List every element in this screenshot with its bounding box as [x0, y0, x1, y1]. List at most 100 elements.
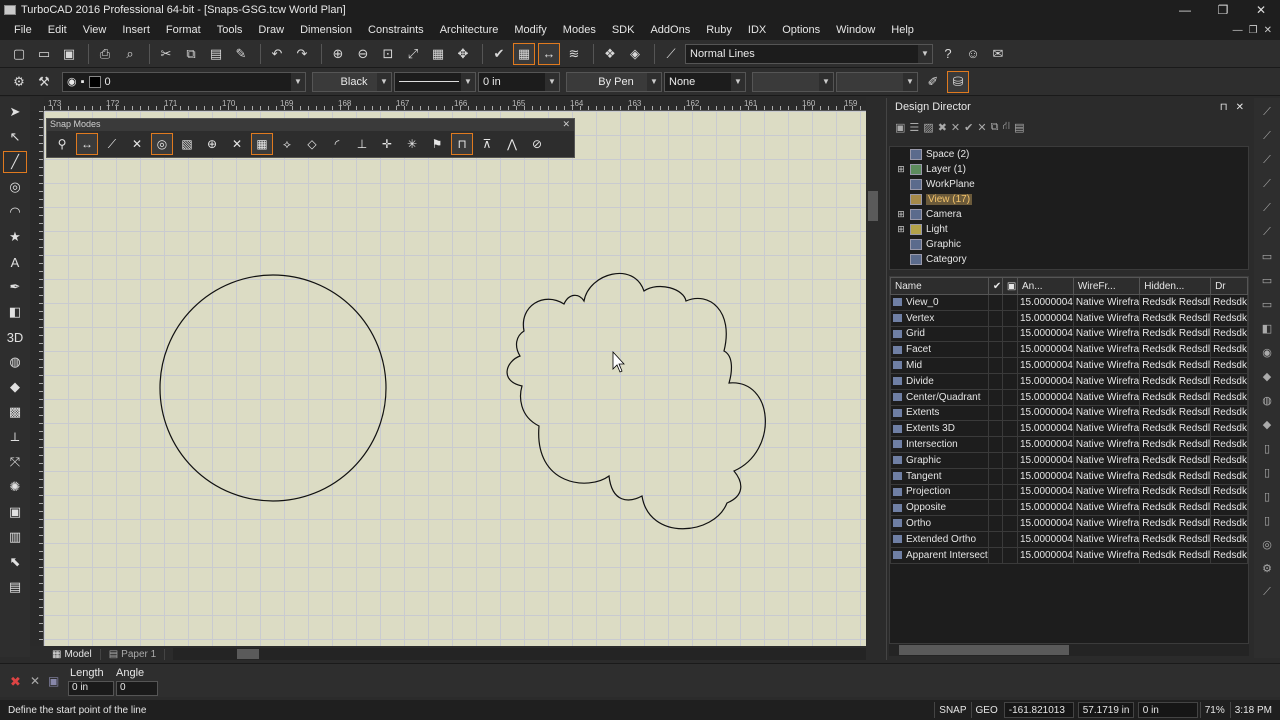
- tool-icon[interactable]: ◉: [1257, 342, 1277, 362]
- cell-visible[interactable]: [987, 420, 1003, 438]
- tool-options-icon[interactable]: ✖: [10, 674, 21, 690]
- cell-lock[interactable]: [1001, 483, 1019, 501]
- table-row[interactable]: Tangent 15.0000004 Native Wirefra Redsdk Re…: [890, 467, 1248, 485]
- table-row[interactable]: Vertex 15.0000004 Native Wirefra Redsdk Red…: [890, 309, 1248, 327]
- zoom-window-icon[interactable]: ⊡: [377, 43, 399, 65]
- cell-name[interactable]: Projection: [890, 483, 989, 501]
- cell-wireframe[interactable]: Native Wirefra: [1072, 451, 1141, 469]
- snap-middle-icon[interactable]: ✕: [126, 133, 148, 155]
- cell-lock[interactable]: [1001, 546, 1019, 564]
- angle-input[interactable]: 0: [116, 681, 158, 696]
- column-header-angle[interactable]: An...: [1017, 277, 1074, 295]
- tool-icon[interactable]: ⟋: [1257, 174, 1277, 194]
- snap-magnet-icon[interactable]: ⊓: [451, 133, 473, 155]
- cell-draft[interactable]: Redsdk: [1210, 451, 1248, 469]
- cell-draft[interactable]: Redsdk: [1210, 483, 1248, 501]
- design-director-icon[interactable]: ❖: [599, 43, 621, 65]
- cut-icon[interactable]: ✂: [155, 43, 177, 65]
- tree-node-view[interactable]: View (17): [890, 192, 1248, 207]
- remove-icon[interactable]: ✕: [951, 121, 960, 134]
- canvas-horizontal-scrollbar[interactable]: [173, 648, 866, 660]
- plus-icon[interactable]: ⊞: [896, 209, 906, 220]
- plus-icon[interactable]: ⊞: [896, 224, 906, 235]
- cell-lock[interactable]: [1001, 372, 1019, 390]
- cell-hidden[interactable]: Redsdk Redsdl: [1139, 451, 1212, 469]
- menu-idx[interactable]: IDX: [740, 24, 774, 36]
- cell-name[interactable]: Extended Ortho: [890, 530, 989, 548]
- message-icon[interactable]: ✉: [987, 43, 1009, 65]
- print-preview-icon[interactable]: ⌕: [119, 43, 141, 65]
- cell-lock[interactable]: [1001, 451, 1019, 469]
- tree-node-category[interactable]: Category: [890, 252, 1248, 267]
- zoom-out-icon[interactable]: ⊖: [352, 43, 374, 65]
- cell-visible[interactable]: [987, 467, 1003, 485]
- cell-visible[interactable]: [987, 499, 1003, 517]
- cell-angle[interactable]: 15.0000004: [1017, 357, 1074, 374]
- cell-hidden[interactable]: Redsdk Redsdl: [1139, 357, 1212, 374]
- cell-draft[interactable]: Redsdk: [1210, 357, 1248, 374]
- edit-tool-icon[interactable]: ↖: [3, 126, 27, 148]
- menu-insert[interactable]: Insert: [114, 24, 158, 36]
- cell-hidden[interactable]: Redsdk Redsdl: [1139, 436, 1212, 453]
- cell-lock[interactable]: [1001, 388, 1019, 406]
- cell-hidden[interactable]: Redsdk Redsdl: [1139, 420, 1212, 438]
- menu-modes[interactable]: Modes: [555, 24, 604, 36]
- table-row[interactable]: Extents 3D 15.0000004 Native Wirefra Redsdk…: [890, 420, 1248, 438]
- pick-style-icon[interactable]: ✐: [922, 71, 944, 93]
- tool-icon[interactable]: ▯: [1257, 438, 1277, 458]
- scrollbar-thumb[interactable]: [868, 191, 878, 221]
- hatch-tool-icon[interactable]: ▩: [3, 401, 27, 423]
- cell-visible[interactable]: [987, 294, 1003, 311]
- cell-draft[interactable]: Redsdk: [1210, 499, 1248, 517]
- cell-angle[interactable]: 15.0000004: [1017, 515, 1074, 532]
- cell-name[interactable]: Mid: [890, 357, 989, 374]
- group-tool-icon[interactable]: ▥: [3, 526, 27, 548]
- cell-wireframe[interactable]: Native Wirefra: [1072, 372, 1141, 390]
- menu-view[interactable]: View: [75, 24, 115, 36]
- clip-tool-icon[interactable]: ▤: [3, 576, 27, 598]
- column-header-hidden[interactable]: Hidden...: [1139, 277, 1212, 295]
- cell-angle[interactable]: 15.0000004: [1017, 294, 1074, 311]
- cell-hidden[interactable]: Redsdk Redsdl: [1139, 294, 1212, 311]
- layer-settings-icon[interactable]: ⚒: [33, 71, 55, 93]
- paste-icon[interactable]: ▤: [205, 43, 227, 65]
- minimize-button[interactable]: —: [1166, 3, 1204, 17]
- cell-wireframe[interactable]: Native Wirefra: [1072, 341, 1141, 359]
- cell-draft[interactable]: Redsdk: [1210, 436, 1248, 453]
- tab-model[interactable]: ▦ Model: [44, 648, 101, 660]
- cell-wireframe[interactable]: Native Wirefra: [1072, 357, 1141, 374]
- gear-icon[interactable]: ⚙: [8, 71, 30, 93]
- column-header-wireframe[interactable]: WireFr...: [1072, 277, 1141, 295]
- cell-hidden[interactable]: Redsdk Redsdl: [1139, 546, 1212, 564]
- table-row[interactable]: Extents 15.0000004 Native Wirefra Redsdk Re…: [890, 404, 1248, 422]
- shape-tool-icon[interactable]: ◧: [3, 301, 27, 323]
- dimension-tool-icon[interactable]: ⟂: [3, 426, 27, 448]
- snap-toggle[interactable]: SNAP: [934, 702, 970, 718]
- cell-hidden[interactable]: Redsdk Redsdl: [1139, 499, 1212, 517]
- table-row[interactable]: Opposite 15.0000004 Native Wirefra Redsdk R…: [890, 499, 1248, 517]
- table-row[interactable]: Extended Ortho 15.0000004 Native Wirefra Re…: [890, 530, 1248, 548]
- snap-pin-icon[interactable]: ⚲: [51, 133, 73, 155]
- snap-arc-icon[interactable]: ◜: [326, 133, 348, 155]
- cancel-icon[interactable]: ✕: [30, 674, 40, 688]
- tool-icon[interactable]: ◆: [1257, 366, 1277, 386]
- tool-icon[interactable]: ▯: [1257, 486, 1277, 506]
- scrollbar-thumb[interactable]: [899, 645, 1069, 655]
- table-row[interactable]: Mid 15.0000004 Native Wirefra Redsdk Redsdl…: [890, 357, 1248, 374]
- table-row[interactable]: Graphic 15.0000004 Native Wirefra Redsdk Re…: [890, 451, 1248, 469]
- cell-visible[interactable]: [987, 483, 1003, 501]
- menu-constraints[interactable]: Constraints: [360, 24, 432, 36]
- close-button[interactable]: ✕: [1242, 3, 1280, 17]
- tool-icon[interactable]: ▭: [1257, 270, 1277, 290]
- tool-icon[interactable]: ▯: [1257, 462, 1277, 482]
- cell-visible[interactable]: [987, 309, 1003, 327]
- cell-lock[interactable]: [1001, 357, 1019, 374]
- cell-angle[interactable]: 15.0000004: [1017, 483, 1074, 501]
- cell-hidden[interactable]: Redsdk Redsdl: [1139, 404, 1212, 422]
- column-header-name[interactable]: Name: [890, 277, 989, 295]
- tool-icon[interactable]: ◧: [1257, 318, 1277, 338]
- tool-icon[interactable]: ⟋: [1257, 126, 1277, 146]
- move-tool-icon[interactable]: ⬉: [3, 551, 27, 573]
- tool-icon[interactable]: ◆: [1257, 414, 1277, 434]
- zoom-level[interactable]: 71%: [1199, 702, 1230, 718]
